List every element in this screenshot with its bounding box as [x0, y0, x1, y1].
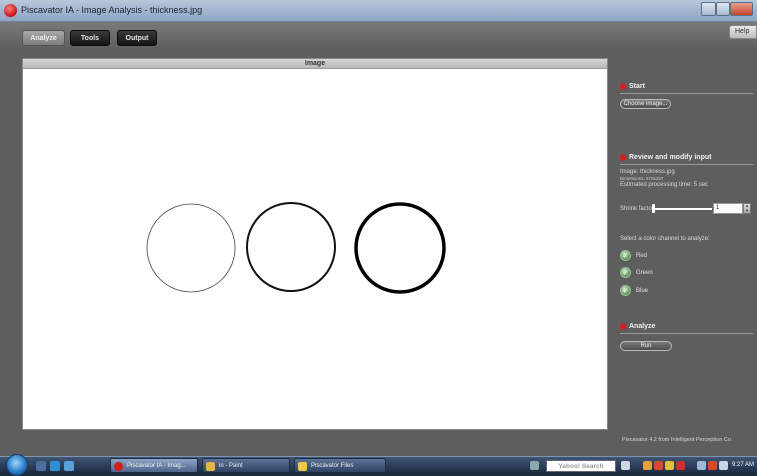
- side-panel: Start Choose image... Review and modify …: [612, 58, 757, 456]
- help-button[interactable]: Help: [729, 25, 757, 39]
- maximize-button[interactable]: [716, 2, 730, 16]
- tray-icon[interactable]: [643, 461, 652, 470]
- task-piscavator[interactable]: Piscavator IA - Imag...: [110, 458, 198, 473]
- task-files[interactable]: Piscavator Files: [294, 458, 386, 473]
- show-desktop-icon[interactable]: [36, 461, 46, 471]
- window-title: Piscavator IA - Image Analysis - thickne…: [21, 5, 203, 15]
- drop-icon: [620, 323, 626, 330]
- spinner-arrows-icon[interactable]: ▲ ▼: [743, 203, 751, 214]
- shrink-factor-slider[interactable]: [654, 208, 712, 210]
- tab-analyze[interactable]: Analyze: [22, 30, 65, 46]
- version-footer: Piscavator 4.2 from Intelligent Percepti…: [622, 437, 733, 443]
- processing-time: Estimated processing time: 5 sec: [620, 182, 709, 188]
- tray-icon[interactable]: [654, 461, 663, 470]
- shrink-factor-label: Shrink factor:: [620, 206, 656, 212]
- channel-option-red[interactable]: ✓ Red: [620, 250, 647, 261]
- app-logo-icon: [4, 4, 17, 17]
- circle-medium: [246, 202, 336, 292]
- tab-tools[interactable]: Tools: [70, 30, 110, 46]
- run-button[interactable]: Run: [620, 341, 672, 351]
- volume-icon[interactable]: [719, 461, 728, 470]
- tray-icon[interactable]: [665, 461, 674, 470]
- paint-icon: [206, 462, 215, 471]
- image-dimensions: Dimensions: 370x157: [620, 176, 664, 181]
- search-icon[interactable]: [621, 461, 630, 470]
- taskbar: Piscavator IA - Imag... in - Paint Pisca…: [0, 454, 757, 476]
- image-panel: Image: [22, 58, 608, 430]
- image-filename: Image: thickness.jpg: [620, 169, 675, 175]
- internet-explorer-icon[interactable]: [50, 461, 60, 471]
- task-paint[interactable]: in - Paint: [202, 458, 290, 473]
- start-section-title: Start: [620, 83, 645, 90]
- divider: [620, 93, 753, 94]
- channel-prompt: Select a color channel to analyze:: [620, 236, 710, 242]
- channel-option-blue[interactable]: ✓ Blue: [620, 285, 648, 296]
- drop-icon: [620, 83, 626, 90]
- media-player-icon[interactable]: [64, 461, 74, 471]
- image-canvas: [135, 191, 474, 306]
- choose-image-button[interactable]: Choose image...: [620, 99, 671, 109]
- image-panel-header: Image: [23, 59, 607, 69]
- app-logo-icon: [114, 462, 123, 471]
- divider: [620, 333, 753, 334]
- slider-handle[interactable]: [652, 204, 655, 213]
- start-button[interactable]: [6, 454, 28, 476]
- close-button[interactable]: [730, 2, 753, 16]
- folder-icon: [298, 462, 307, 471]
- check-icon[interactable]: ✓: [620, 267, 631, 278]
- check-icon[interactable]: ✓: [620, 250, 631, 261]
- network-icon[interactable]: [697, 461, 706, 470]
- tray-icon[interactable]: [676, 461, 685, 470]
- app-window: Piscavator IA - Image Analysis - thickne…: [0, 0, 757, 456]
- drop-icon: [620, 154, 626, 161]
- analyze-section-title: Analyze: [620, 323, 655, 330]
- divider: [620, 164, 753, 165]
- title-bar[interactable]: Piscavator IA - Image Analysis - thickne…: [0, 0, 757, 22]
- shrink-factor-input[interactable]: 1: [713, 203, 743, 214]
- channel-option-green[interactable]: ✓ Green: [620, 267, 653, 278]
- keyboard-icon[interactable]: [530, 461, 539, 470]
- check-icon[interactable]: ✓: [620, 285, 631, 296]
- review-section-title: Review and modify input: [620, 154, 711, 161]
- search-input[interactable]: Yahoo! Search: [546, 460, 616, 472]
- circle-thick: [354, 202, 446, 294]
- clock[interactable]: 9:27 AM: [732, 462, 754, 468]
- window-controls: [701, 2, 753, 16]
- tray-icon[interactable]: [708, 461, 717, 470]
- circle-thin: [146, 203, 236, 293]
- tab-output[interactable]: Output: [117, 30, 157, 46]
- toolbar: Analyze Tools Output Help: [0, 22, 757, 52]
- minimize-button[interactable]: [701, 2, 716, 16]
